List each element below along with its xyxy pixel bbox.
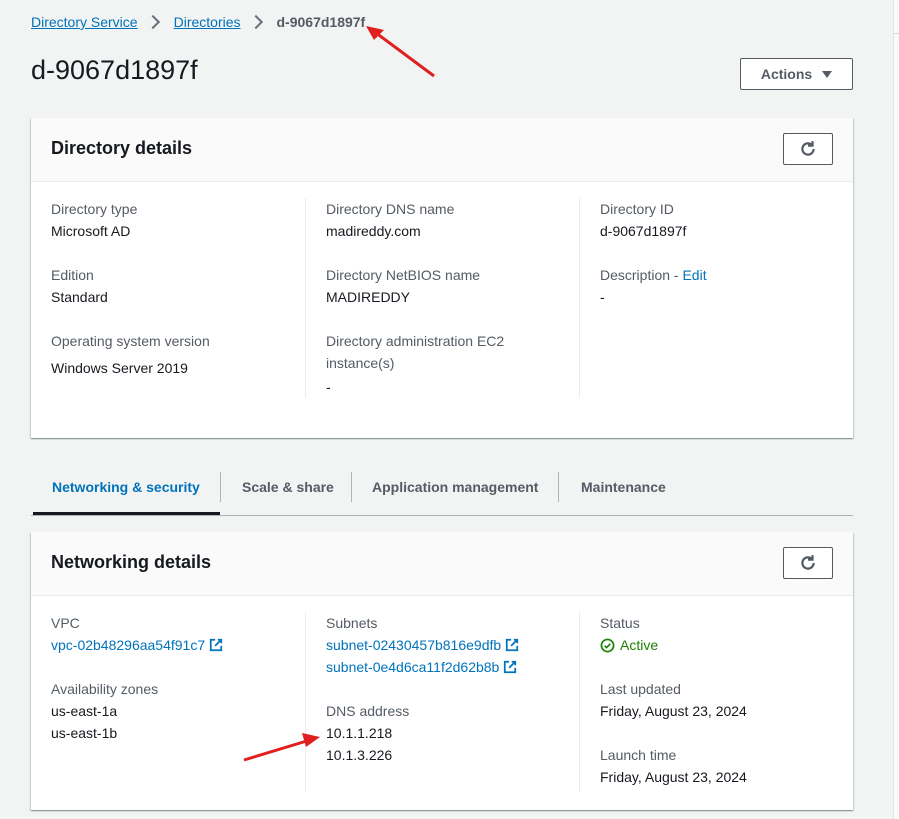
tab-maintenance[interactable]: Maintenance bbox=[581, 471, 666, 503]
subnets-label: Subnets bbox=[326, 615, 378, 631]
directory-details-col1: Directory type Microsoft AD Edition Standa… bbox=[51, 198, 305, 401]
tab-divider bbox=[351, 472, 352, 502]
directory-details-refresh-button[interactable] bbox=[783, 133, 833, 165]
availability-zones-label: Availability zones bbox=[51, 681, 159, 697]
directory-type-value: Microsoft AD bbox=[51, 223, 131, 239]
active-tab-indicator bbox=[33, 512, 220, 515]
vpc-link[interactable]: vpc-02b48296aa54f91c7 bbox=[51, 637, 205, 653]
os-version-value: Windows Server 2019 bbox=[51, 360, 188, 376]
column-divider bbox=[305, 612, 306, 792]
scrollbar-track bbox=[893, 0, 899, 819]
ec2-instances-label: Directory administration EC2 instance(s) bbox=[326, 333, 505, 371]
launch-time-value: Friday, August 23, 2024 bbox=[600, 769, 747, 785]
tab-scale-share[interactable]: Scale & share bbox=[242, 471, 334, 503]
vpc-label: VPC bbox=[51, 615, 80, 631]
tab-divider bbox=[220, 472, 221, 502]
breadcrumb-directories[interactable]: Directories bbox=[174, 14, 241, 30]
actions-button-label: Actions bbox=[760, 66, 813, 82]
status-label: Status bbox=[600, 615, 640, 631]
column-divider bbox=[305, 198, 306, 398]
edition-label: Edition bbox=[51, 267, 94, 283]
status-value: Active bbox=[620, 637, 659, 653]
caret-down-icon bbox=[822, 70, 833, 78]
dns-name-value: madireddy.com bbox=[326, 223, 421, 239]
description-label-text: Description - bbox=[600, 267, 683, 283]
subnet-link[interactable]: subnet-02430457b816e9dfb bbox=[326, 637, 501, 653]
directory-details-title: Directory details bbox=[51, 138, 193, 158]
directory-id-value: d-9067d1897f bbox=[600, 223, 687, 239]
status-indicator: Active bbox=[600, 634, 832, 656]
tab-application-management[interactable]: Application management bbox=[372, 471, 538, 503]
last-updated-value: Friday, August 23, 2024 bbox=[600, 703, 747, 719]
description-label: Description - Edit bbox=[600, 264, 832, 286]
edition-value: Standard bbox=[51, 289, 108, 305]
refresh-icon bbox=[801, 141, 815, 156]
networking-details-refresh-button[interactable] bbox=[783, 547, 833, 579]
chevron-right-icon bbox=[248, 14, 263, 30]
description-value: - bbox=[600, 289, 605, 305]
breadcrumb: Directory Service Directories d-9067d189… bbox=[31, 14, 365, 30]
last-updated-label: Last updated bbox=[600, 681, 681, 697]
tab-bar: Networking & security Scale & share Appl… bbox=[31, 471, 853, 516]
directory-details-col3: Directory ID d-9067d1897f Description - E… bbox=[600, 198, 832, 330]
external-link-icon[interactable] bbox=[503, 660, 517, 674]
check-circle-icon bbox=[600, 638, 615, 652]
dns-address-value: 10.1.3.226 bbox=[326, 747, 393, 763]
column-divider bbox=[579, 198, 580, 398]
networking-col3: Status Active Last updated Friday, Augus… bbox=[600, 612, 832, 810]
tab-networking-security[interactable]: Networking & security bbox=[52, 471, 200, 503]
external-link-icon[interactable] bbox=[505, 638, 519, 652]
description-edit-link[interactable]: Edit bbox=[682, 267, 706, 283]
ec2-instances-value: - bbox=[326, 379, 331, 395]
netbios-name-value: MADIREDDY bbox=[326, 289, 411, 305]
external-link-icon[interactable] bbox=[209, 638, 223, 652]
directory-details-col2: Directory DNS name madireddy.com Director… bbox=[326, 198, 578, 420]
dns-name-label: Directory DNS name bbox=[326, 201, 455, 217]
networking-col2: Subnets subnet-02430457b816e9dfb subnet-… bbox=[326, 612, 578, 788]
directory-type-label: Directory type bbox=[51, 201, 138, 217]
annotation-arrow bbox=[366, 26, 435, 78]
launch-time-label: Launch time bbox=[600, 747, 677, 763]
directory-details-panel: Directory details Directory type Microsof… bbox=[31, 118, 853, 438]
breadcrumb-current: d-9067d1897f bbox=[276, 14, 366, 30]
tab-divider bbox=[558, 472, 559, 502]
networking-details-panel: Networking details VPC vpc-02b48296aa54f… bbox=[31, 532, 853, 810]
actions-button[interactable]: Actions bbox=[740, 58, 853, 90]
chevron-right-icon bbox=[145, 14, 160, 30]
directory-id-label: Directory ID bbox=[600, 201, 674, 217]
netbios-name-label: Directory NetBIOS name bbox=[326, 267, 481, 283]
dns-address-label: DNS address bbox=[326, 703, 410, 719]
subnet-link[interactable]: subnet-0e4d6ca11f2d62b8b bbox=[326, 659, 499, 675]
column-divider bbox=[579, 612, 580, 792]
directory-details-header: Directory details bbox=[31, 118, 853, 182]
breadcrumb-directory-service[interactable]: Directory Service bbox=[31, 14, 138, 30]
availability-zone: us-east-1a bbox=[51, 703, 118, 719]
networking-details-header: Networking details bbox=[31, 532, 853, 596]
refresh-icon bbox=[801, 555, 815, 570]
page-title: d-9067d1897f bbox=[31, 55, 198, 85]
networking-col1: VPC vpc-02b48296aa54f91c7 Availability z… bbox=[51, 612, 305, 766]
dns-address-value: 10.1.1.218 bbox=[326, 725, 393, 741]
networking-details-title: Networking details bbox=[51, 552, 212, 572]
os-version-label: Operating system version bbox=[51, 333, 210, 349]
availability-zone: us-east-1b bbox=[51, 725, 118, 741]
